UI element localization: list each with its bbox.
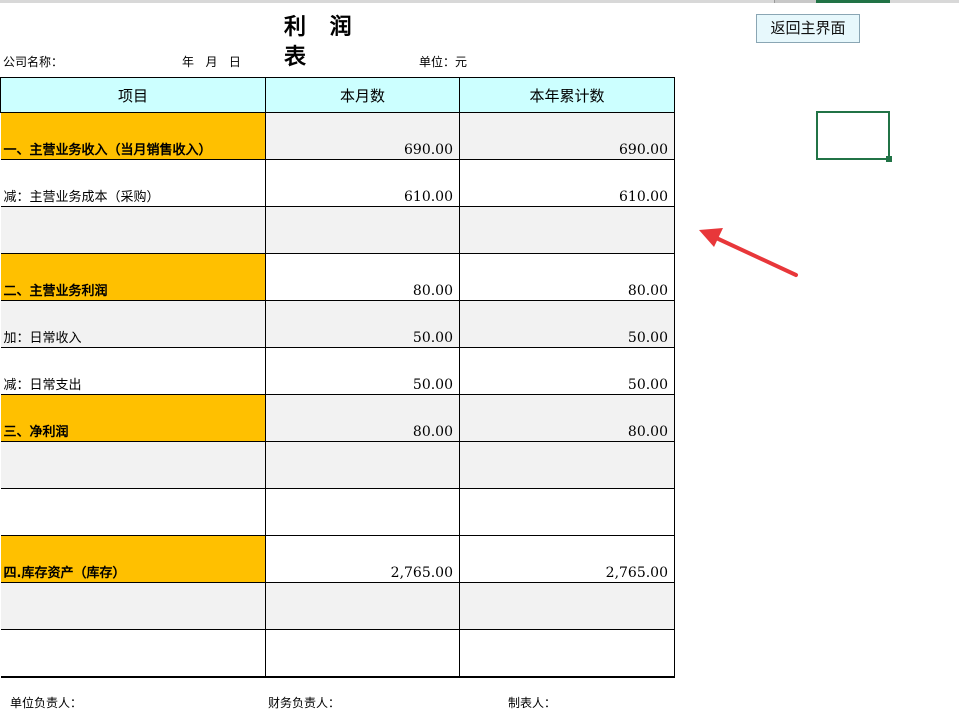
cell-item[interactable] xyxy=(0,629,266,678)
table-row xyxy=(0,488,675,536)
company-label: 公司名称： xyxy=(3,55,64,69)
sheet-tab[interactable] xyxy=(890,0,959,3)
cell-month[interactable]: 50.00 xyxy=(265,347,460,395)
cell-ytd[interactable]: 2,765.00 xyxy=(459,535,675,583)
sheet-tab[interactable] xyxy=(674,0,735,3)
column-header-item: 项目 xyxy=(0,77,266,113)
cell-item[interactable] xyxy=(0,441,266,489)
table-row xyxy=(0,582,675,630)
cell-ytd[interactable] xyxy=(459,582,675,630)
cell-item[interactable]: 二、主营业务利润 xyxy=(0,253,266,301)
cell-ytd[interactable]: 690.00 xyxy=(459,112,675,160)
table-row: 减：主营业务成本（采购） 610.00 610.00 xyxy=(0,159,675,207)
table-row: 四.库存资产（库存） 2,765.00 2,765.00 xyxy=(0,535,675,583)
cell-month[interactable]: 80.00 xyxy=(265,394,460,442)
table-row: 三、净利润 80.00 80.00 xyxy=(0,394,675,442)
column-header-month: 本月数 xyxy=(265,77,460,113)
cell-month[interactable] xyxy=(265,441,460,489)
sheet-title: 利 润 表 xyxy=(284,14,360,70)
cell-month[interactable] xyxy=(265,629,460,678)
unit-label: 单位：元 xyxy=(419,55,468,69)
table-row xyxy=(0,206,675,254)
cell-month[interactable]: 2,765.00 xyxy=(265,535,460,583)
cell-item[interactable]: 加：日常收入 xyxy=(0,300,266,348)
cell-ytd[interactable]: 50.00 xyxy=(459,347,675,395)
cell-ytd[interactable] xyxy=(459,441,675,489)
table-row: 二、主营业务利润 80.00 80.00 xyxy=(0,253,675,301)
table-row: 一、主营业务收入（当月销售收入） 690.00 690.00 xyxy=(0,112,675,160)
cell-item[interactable]: 三、净利润 xyxy=(0,394,266,442)
cell-item[interactable]: 减：日常支出 xyxy=(0,347,266,395)
table-row xyxy=(0,629,675,678)
table-row: 减：日常支出 50.00 50.00 xyxy=(0,347,675,395)
table-header-row: 项目 本月数 本年累计数 xyxy=(0,77,675,113)
cell-month[interactable]: 80.00 xyxy=(265,253,460,301)
cell-ytd[interactable]: 80.00 xyxy=(459,394,675,442)
cell-month[interactable]: 610.00 xyxy=(265,159,460,207)
cell-ytd[interactable] xyxy=(459,206,675,254)
fill-handle[interactable] xyxy=(886,156,892,162)
sheet-tab[interactable] xyxy=(360,0,459,3)
sheet-tab[interactable] xyxy=(128,0,361,3)
cell-item[interactable] xyxy=(0,488,266,536)
red-arrow-icon xyxy=(699,228,798,277)
sheet-tab[interactable] xyxy=(0,0,129,3)
unit-head-label: 单位负责人： xyxy=(10,696,83,710)
cell-ytd[interactable]: 80.00 xyxy=(459,253,675,301)
cell-item[interactable]: 四.库存资产（库存） xyxy=(0,535,266,583)
sheet-tab-active[interactable] xyxy=(816,0,891,3)
cell-item[interactable]: 一、主营业务收入（当月销售收入） xyxy=(0,112,266,160)
cell-ytd[interactable] xyxy=(459,488,675,536)
preparer-label: 制表人： xyxy=(508,696,557,710)
date-label: 年 月 日 xyxy=(182,55,241,69)
table-row: 加：日常收入 50.00 50.00 xyxy=(0,300,675,348)
return-main-button[interactable]: 返回主界面 xyxy=(756,14,860,43)
cell-month[interactable] xyxy=(265,488,460,536)
cell-ytd[interactable]: 50.00 xyxy=(459,300,675,348)
cell-month[interactable] xyxy=(265,206,460,254)
cell-item[interactable] xyxy=(0,582,266,630)
income-statement-table: 项目 本月数 本年累计数 一、主营业务收入（当月销售收入） 690.00 690… xyxy=(0,77,675,678)
cell-ytd[interactable] xyxy=(459,629,675,678)
table-row xyxy=(0,441,675,489)
cell-item[interactable] xyxy=(0,206,266,254)
cell-month[interactable] xyxy=(265,582,460,630)
sheet-tab[interactable] xyxy=(458,0,675,3)
cell-month[interactable]: 690.00 xyxy=(265,112,460,160)
sheet-tab-strip xyxy=(0,0,959,3)
column-header-ytd: 本年累计数 xyxy=(459,77,675,113)
cell-item[interactable]: 减：主营业务成本（采购） xyxy=(0,159,266,207)
selected-cell[interactable] xyxy=(816,111,890,160)
cell-ytd[interactable]: 610.00 xyxy=(459,159,675,207)
sheet-tab[interactable] xyxy=(734,0,775,3)
cell-month[interactable]: 50.00 xyxy=(265,300,460,348)
finance-head-label: 财务负责人： xyxy=(268,696,341,710)
